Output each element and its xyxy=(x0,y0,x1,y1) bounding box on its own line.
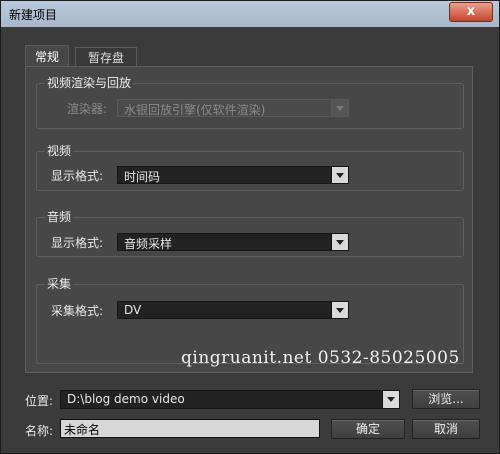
renderer-label: 渲染器: xyxy=(67,102,108,116)
chevron-down-icon xyxy=(331,167,348,183)
renderer-value: 水银回放引擎(仅软件渲染) xyxy=(124,103,266,117)
tab-general[interactable]: 常规 xyxy=(25,45,69,67)
location-dropdown[interactable]: D:\blog demo video xyxy=(60,390,400,409)
renderer-dropdown: 水银回放引擎(仅软件渲染) xyxy=(117,99,349,117)
chevron-down-icon xyxy=(331,302,348,318)
group-audio: 音频 显示格式: 音频采样 xyxy=(36,208,464,257)
video-format-label: 显示格式: xyxy=(51,169,104,183)
name-label: 名称: xyxy=(25,424,54,438)
close-button[interactable]: x xyxy=(449,2,493,22)
project-name-input[interactable]: 未命名 xyxy=(60,419,320,438)
chevron-down-icon xyxy=(331,100,348,116)
capture-format-value: DV xyxy=(124,303,142,317)
new-project-dialog: 新建项目 x 常规 暂存盘 视频渲染与回放 渲染器: 水银回放引擎(仅软件渲染)… xyxy=(0,0,500,454)
cancel-button[interactable]: 取消 xyxy=(412,419,480,439)
group-audio-title: 音频 xyxy=(45,208,74,225)
watermark-text: qingruanit.net 0532-85025005 xyxy=(181,348,460,368)
close-icon: x xyxy=(466,4,476,19)
video-format-value: 时间码 xyxy=(124,170,161,184)
window-title: 新建项目 xyxy=(9,8,58,22)
general-panel: 视频渲染与回放 渲染器: 水银回放引擎(仅软件渲染) 视频 显示格式: 时间码 … xyxy=(25,66,473,373)
audio-format-label: 显示格式: xyxy=(51,236,104,250)
tab-general-label: 常规 xyxy=(34,50,59,64)
audio-format-dropdown[interactable]: 音频采样 xyxy=(117,233,349,251)
chevron-down-icon xyxy=(331,234,348,250)
group-video-title: 视频 xyxy=(45,142,74,159)
project-name-value: 未命名 xyxy=(64,423,101,437)
group-capture-title: 采集 xyxy=(45,275,74,292)
group-video: 视频 显示格式: 时间码 xyxy=(36,142,464,191)
group-render-playback: 视频渲染与回放 渲染器: 水银回放引擎(仅软件渲染) xyxy=(36,74,464,129)
group-render-title: 视频渲染与回放 xyxy=(45,74,134,91)
ok-button[interactable]: 确定 xyxy=(331,419,405,439)
chevron-down-icon xyxy=(382,391,399,408)
location-value: D:\blog demo video xyxy=(67,392,185,406)
tab-scratch-disks-label: 暂存盘 xyxy=(87,51,124,65)
video-format-dropdown[interactable]: 时间码 xyxy=(117,166,349,184)
capture-format-label: 采集格式: xyxy=(51,304,104,318)
browse-button[interactable]: 浏览... xyxy=(412,389,480,409)
audio-format-value: 音频采样 xyxy=(124,237,173,251)
tab-scratch-disks[interactable]: 暂存盘 xyxy=(75,47,137,67)
location-label: 位置: xyxy=(25,394,54,408)
capture-format-dropdown[interactable]: DV xyxy=(117,301,349,319)
title-bar[interactable]: 新建项目 x xyxy=(1,1,499,27)
